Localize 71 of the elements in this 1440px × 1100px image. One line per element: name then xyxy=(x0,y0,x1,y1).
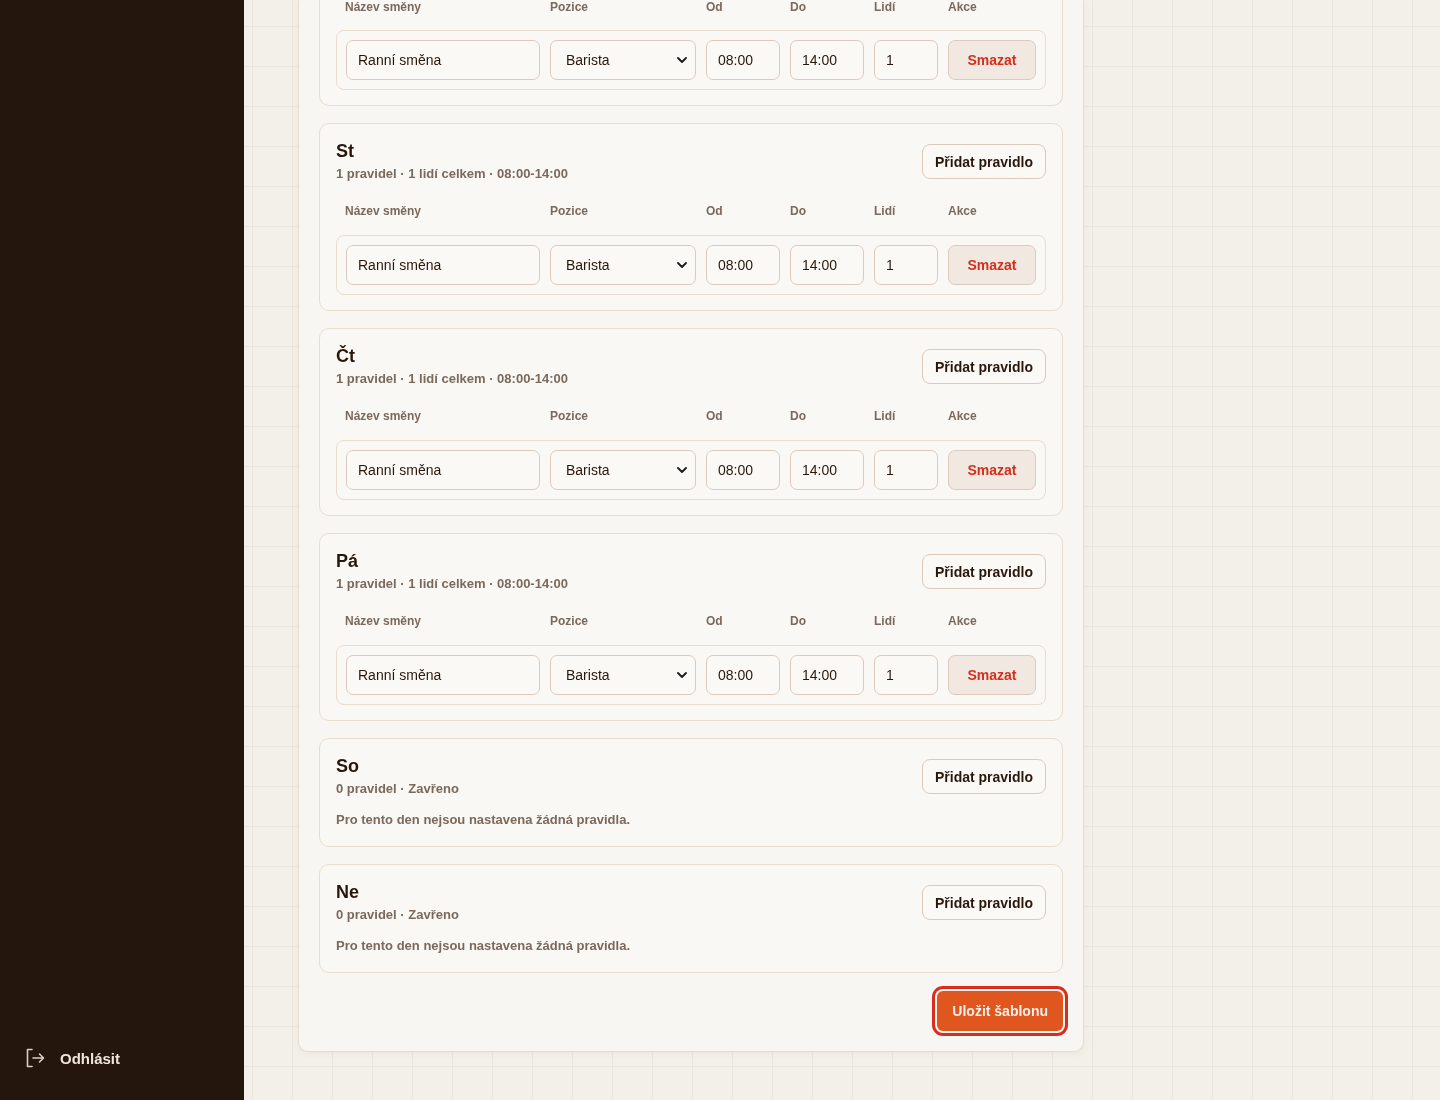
column-header: Pozice xyxy=(550,0,588,14)
column-header: Název směny xyxy=(345,614,422,628)
end-time-input[interactable]: 14:00 xyxy=(790,450,864,490)
column-header: Od xyxy=(706,614,723,628)
column-header: Lidí xyxy=(874,204,896,218)
add-rule-button[interactable]: Přidat pravidlo xyxy=(921,885,1046,920)
people-count-input[interactable]: 1 xyxy=(874,450,938,490)
people-count-input[interactable]: 1 xyxy=(874,655,938,695)
column-header: Název směny xyxy=(345,204,422,218)
day-title: So xyxy=(336,755,360,777)
column-header: Lidí xyxy=(874,0,896,14)
column-header: Akce xyxy=(948,204,977,218)
delete-button[interactable]: Smazat xyxy=(948,655,1036,695)
day-title: Ne xyxy=(336,881,360,903)
logout-button[interactable]: Odhlásit xyxy=(25,1048,120,1068)
column-header: Akce xyxy=(948,614,977,628)
empty-message: Pro tento den nejsou nastavena žádná pravidla. xyxy=(336,811,632,829)
day-title: Pá xyxy=(336,550,360,572)
column-header: Název směny xyxy=(345,409,422,423)
people-count-input[interactable]: 1 xyxy=(874,245,938,285)
logout-icon xyxy=(25,1048,45,1068)
start-time-input[interactable]: 08:00 xyxy=(706,655,780,695)
add-rule-button[interactable]: Přidat pravidlo xyxy=(921,554,1046,589)
delete-button[interactable]: Smazat xyxy=(948,245,1036,285)
column-header: Akce xyxy=(948,0,977,14)
day-summary: 1 pravidel · 1 lidí celkem · 08:00-14:00 xyxy=(336,575,568,593)
add-rule-button[interactable]: Přidat pravidlo xyxy=(921,349,1046,384)
delete-button[interactable]: Smazat xyxy=(948,40,1036,80)
column-header: Lidí xyxy=(874,409,896,423)
column-header: Do xyxy=(790,409,806,423)
column-header: Akce xyxy=(948,409,977,423)
empty-message: Pro tento den nejsou nastavena žádná pravidla. xyxy=(336,937,632,955)
shift-name-input[interactable]: Ranní směna xyxy=(346,655,540,695)
column-header: Pozice xyxy=(550,409,588,423)
column-header: Od xyxy=(706,0,723,14)
column-header: Do xyxy=(790,0,806,14)
column-header: Do xyxy=(790,614,806,628)
start-time-input[interactable]: 08:00 xyxy=(706,40,780,80)
day-title: St xyxy=(336,140,355,162)
day-summary: 1 pravidel · 1 lidí celkem · 08:00-14:00 xyxy=(336,165,568,183)
start-time-input[interactable]: 08:00 xyxy=(706,450,780,490)
position-select[interactable]: Barista xyxy=(550,450,696,490)
end-time-input[interactable]: 14:00 xyxy=(790,40,864,80)
day-summary: 0 pravidel · Zavřeno xyxy=(336,780,459,798)
shift-name-input[interactable]: Ranní směna xyxy=(346,40,540,80)
end-time-input[interactable]: 14:00 xyxy=(790,655,864,695)
end-time-input[interactable]: 14:00 xyxy=(790,245,864,285)
column-header: Lidí xyxy=(874,614,896,628)
day-summary: 0 pravidel · Zavřeno xyxy=(336,906,459,924)
day-title: Čt xyxy=(336,345,356,367)
chevron-down-icon xyxy=(677,262,687,268)
column-header: Pozice xyxy=(550,204,588,218)
start-time-input[interactable]: 08:00 xyxy=(706,245,780,285)
chevron-down-icon xyxy=(677,57,687,63)
column-header: Od xyxy=(706,409,723,423)
column-header: Pozice xyxy=(550,614,588,628)
position-select[interactable]: Barista xyxy=(550,245,696,285)
delete-button[interactable]: Smazat xyxy=(948,450,1036,490)
add-rule-button[interactable]: Přidat pravidlo xyxy=(921,759,1046,794)
chevron-down-icon xyxy=(677,672,687,678)
position-select[interactable]: Barista xyxy=(550,40,696,80)
column-header: Od xyxy=(706,204,723,218)
add-rule-button[interactable]: Přidat pravidlo xyxy=(921,144,1046,179)
column-header: Název směny xyxy=(345,0,422,14)
shift-name-input[interactable]: Ranní směna xyxy=(346,245,540,285)
day-summary: 1 pravidel · 1 lidí celkem · 08:00-14:00 xyxy=(336,370,568,388)
shift-name-input[interactable]: Ranní směna xyxy=(346,450,540,490)
position-select[interactable]: Barista xyxy=(550,655,696,695)
chevron-down-icon xyxy=(677,467,687,473)
column-header: Do xyxy=(790,204,806,218)
people-count-input[interactable]: 1 xyxy=(874,40,938,80)
